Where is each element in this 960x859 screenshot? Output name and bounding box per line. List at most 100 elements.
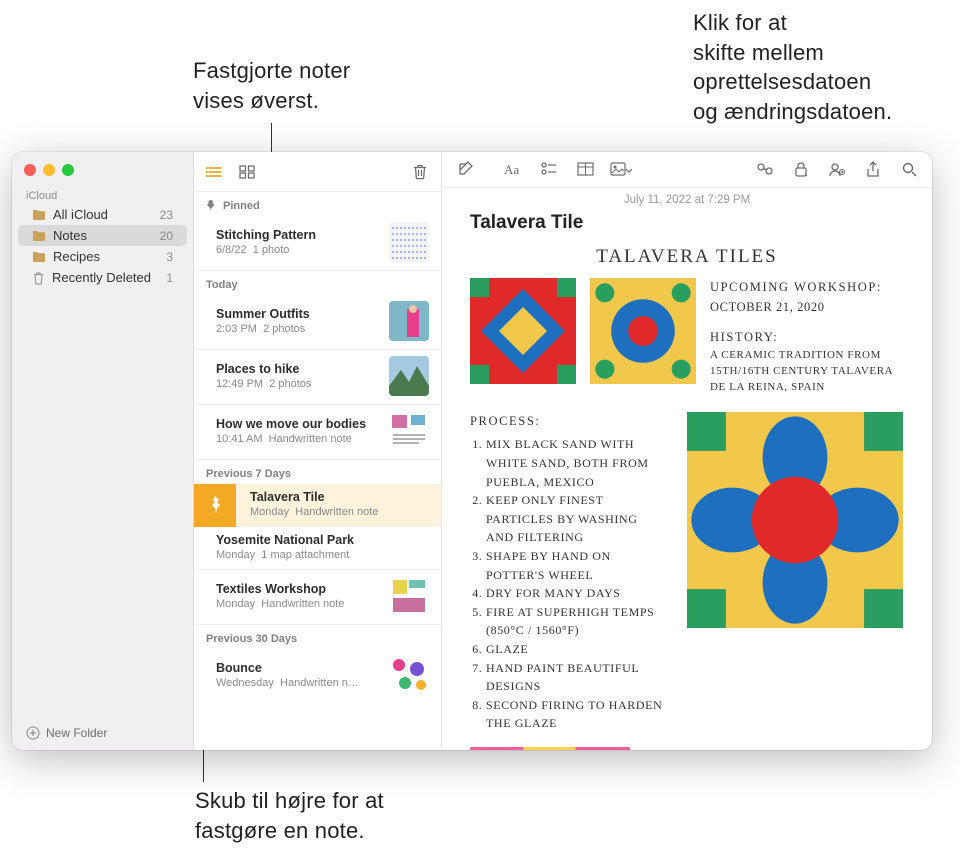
- note-title: How we move our bodies: [216, 417, 381, 431]
- collaborate-button[interactable]: [826, 158, 848, 180]
- section-header-pinned: Pinned: [194, 192, 441, 216]
- section-header-today: Today: [194, 271, 441, 295]
- note-heading: Talavera Tile: [470, 212, 904, 234]
- table-button[interactable]: [574, 158, 596, 180]
- upcoming-value: OCTOBER 21, 2020: [710, 298, 904, 316]
- svg-text:Aa: Aa: [504, 162, 519, 177]
- note-date[interactable]: July 11, 2022 at 7:29 PM: [442, 188, 932, 208]
- lock-button[interactable]: [790, 158, 812, 180]
- note-thumbnail: [389, 655, 429, 695]
- list-view-button[interactable]: [204, 161, 226, 183]
- process-list: MIX BLACK SAND WITH WHITE SAND, BOTH FRO…: [470, 435, 668, 733]
- clay-label: CLAY:: [650, 747, 903, 750]
- pin-icon: [206, 496, 224, 516]
- callout-swipe-pin: Skub til højre for at fastgøre en note.: [195, 786, 384, 845]
- sidebar-item-count: 20: [160, 229, 173, 243]
- list-item: FIRE AT SUPERHIGH TEMPS (850°C / 1560°F): [486, 603, 668, 640]
- sidebar-item-recently-deleted[interactable]: Recently Deleted 1: [18, 267, 187, 288]
- note-row-bounce[interactable]: Bounce Wednesday Handwritten n…: [194, 649, 441, 703]
- close-button[interactable]: [24, 164, 36, 176]
- note-thumbnail: [389, 301, 429, 341]
- history-label: HISTORY:: [710, 328, 904, 346]
- folder-icon: [32, 251, 46, 263]
- note-row-yosemite[interactable]: Yosemite National Park Monday 1 map atta…: [194, 527, 441, 570]
- sidebar-item-count: 23: [160, 208, 173, 222]
- grid-view-button[interactable]: [236, 161, 258, 183]
- pin-action[interactable]: [194, 484, 236, 527]
- note-row-how-we-move[interactable]: How we move our bodies 10:41 AM Handwrit…: [194, 405, 441, 460]
- new-folder-label: New Folder: [46, 726, 107, 740]
- section-header-prev-30: Previous 30 Days: [194, 625, 441, 649]
- tile-image: [470, 278, 576, 384]
- sidebar-item-notes[interactable]: Notes 20: [18, 225, 187, 246]
- note-row-summer-outfits[interactable]: Summer Outfits 2:03 PM 2 photos: [194, 295, 441, 350]
- clay-row: CLAY: — TWO TYPES OF CLAY MIXED TOGETHER…: [470, 747, 904, 750]
- list-item: SECOND FIRING TO HARDEN THE GLAZE: [486, 696, 668, 733]
- format-button[interactable]: Aa: [502, 158, 524, 180]
- note-subtitle: Monday Handwritten note: [250, 506, 429, 518]
- plus-circle-icon: [26, 726, 40, 740]
- note-thumbnail: [389, 356, 429, 396]
- history-value: A CERAMIC TRADITION FROM 15TH/16TH CENTU…: [710, 348, 904, 396]
- note-title: Places to hike: [216, 362, 381, 376]
- swipe-pin-container[interactable]: Talavera Tile Monday Handwritten note: [194, 484, 441, 527]
- tile-strip: [470, 747, 630, 750]
- sidebar-item-all-icloud[interactable]: All iCloud 23: [18, 204, 187, 225]
- section-header-label: Today: [206, 279, 238, 291]
- process-row: PROCESS: MIX BLACK SAND WITH WHITE SAND,…: [470, 412, 904, 733]
- content-toolbar: Aa: [442, 152, 932, 188]
- trash-icon: [32, 271, 45, 285]
- tile-image-large: [686, 412, 904, 628]
- note-thumbnail: [389, 576, 429, 616]
- process-section: PROCESS: MIX BLACK SAND WITH WHITE SAND,…: [470, 412, 668, 733]
- note-title: Stitching Pattern: [216, 228, 381, 242]
- note-title: Textiles Workshop: [216, 582, 381, 596]
- note-row-talavera-tile[interactable]: Talavera Tile Monday Handwritten note: [236, 484, 441, 527]
- note-subtitle: Monday 1 map attachment: [216, 549, 429, 561]
- sidebar-account-header: iCloud: [12, 184, 193, 204]
- sidebar-item-label: Recently Deleted: [52, 270, 151, 285]
- share-button[interactable]: [862, 158, 884, 180]
- folder-icon: [32, 209, 46, 221]
- note-subtitle: 12:49 PM 2 photos: [216, 378, 381, 390]
- list-toolbar: [194, 152, 441, 192]
- process-label: PROCESS:: [470, 412, 668, 431]
- note-thumbnail: [389, 222, 429, 262]
- hand-title: TALAVERA TILES: [470, 246, 904, 268]
- media-button[interactable]: [610, 158, 632, 180]
- callout-date-toggle: Klik for at skifte mellem oprettelsesdat…: [693, 8, 892, 127]
- note-row-stitching-pattern[interactable]: Stitching Pattern 6/8/22 1 photo: [194, 216, 441, 271]
- link-button[interactable]: [754, 158, 776, 180]
- sidebar-item-count: 3: [166, 250, 173, 264]
- notes-list: Pinned Stitching Pattern 6/8/22 1 photo …: [194, 152, 442, 750]
- note-row-textiles[interactable]: Textiles Workshop Monday Handwritten not…: [194, 570, 441, 625]
- note-row-places-to-hike[interactable]: Places to hike 12:49 PM 2 photos: [194, 350, 441, 405]
- sidebar-item-count: 1: [166, 271, 173, 285]
- sidebar: iCloud All iCloud 23 Notes 20 Recipes 3: [12, 152, 194, 750]
- note-subtitle: 2:03 PM 2 photos: [216, 323, 381, 335]
- section-header-prev-7: Previous 7 Days: [194, 460, 441, 484]
- zoom-button[interactable]: [62, 164, 74, 176]
- minimize-button[interactable]: [43, 164, 55, 176]
- new-folder-button[interactable]: New Folder: [12, 718, 193, 750]
- note-body[interactable]: Talavera Tile TALAVERA TILES UPCOMING WO…: [442, 208, 932, 750]
- sidebar-item-recipes[interactable]: Recipes 3: [18, 246, 187, 267]
- list-item: GLAZE: [486, 640, 668, 659]
- callout-pinned: Fastgjorte noter vises øverst.: [193, 56, 350, 115]
- folder-icon: [32, 230, 46, 242]
- checklist-button[interactable]: [538, 158, 560, 180]
- window-controls: [12, 152, 193, 184]
- list-item: KEEP ONLY FINEST PARTICLES BY WASHING AN…: [486, 491, 668, 547]
- note-title: Yosemite National Park: [216, 533, 429, 547]
- note-subtitle: Wednesday Handwritten n…: [216, 677, 381, 689]
- note-content: Aa: [442, 152, 932, 750]
- upcoming-label: UPCOMING WORKSHOP:: [710, 278, 904, 296]
- compose-button[interactable]: [454, 158, 476, 180]
- search-button[interactable]: [898, 158, 920, 180]
- note-subtitle: 10:41 AM Handwritten note: [216, 433, 381, 445]
- section-header-label: Previous 30 Days: [206, 633, 297, 645]
- delete-note-button[interactable]: [409, 161, 431, 183]
- note-subtitle: Monday Handwritten note: [216, 598, 381, 610]
- section-header-label: Pinned: [223, 200, 260, 212]
- note-title: Bounce: [216, 661, 381, 675]
